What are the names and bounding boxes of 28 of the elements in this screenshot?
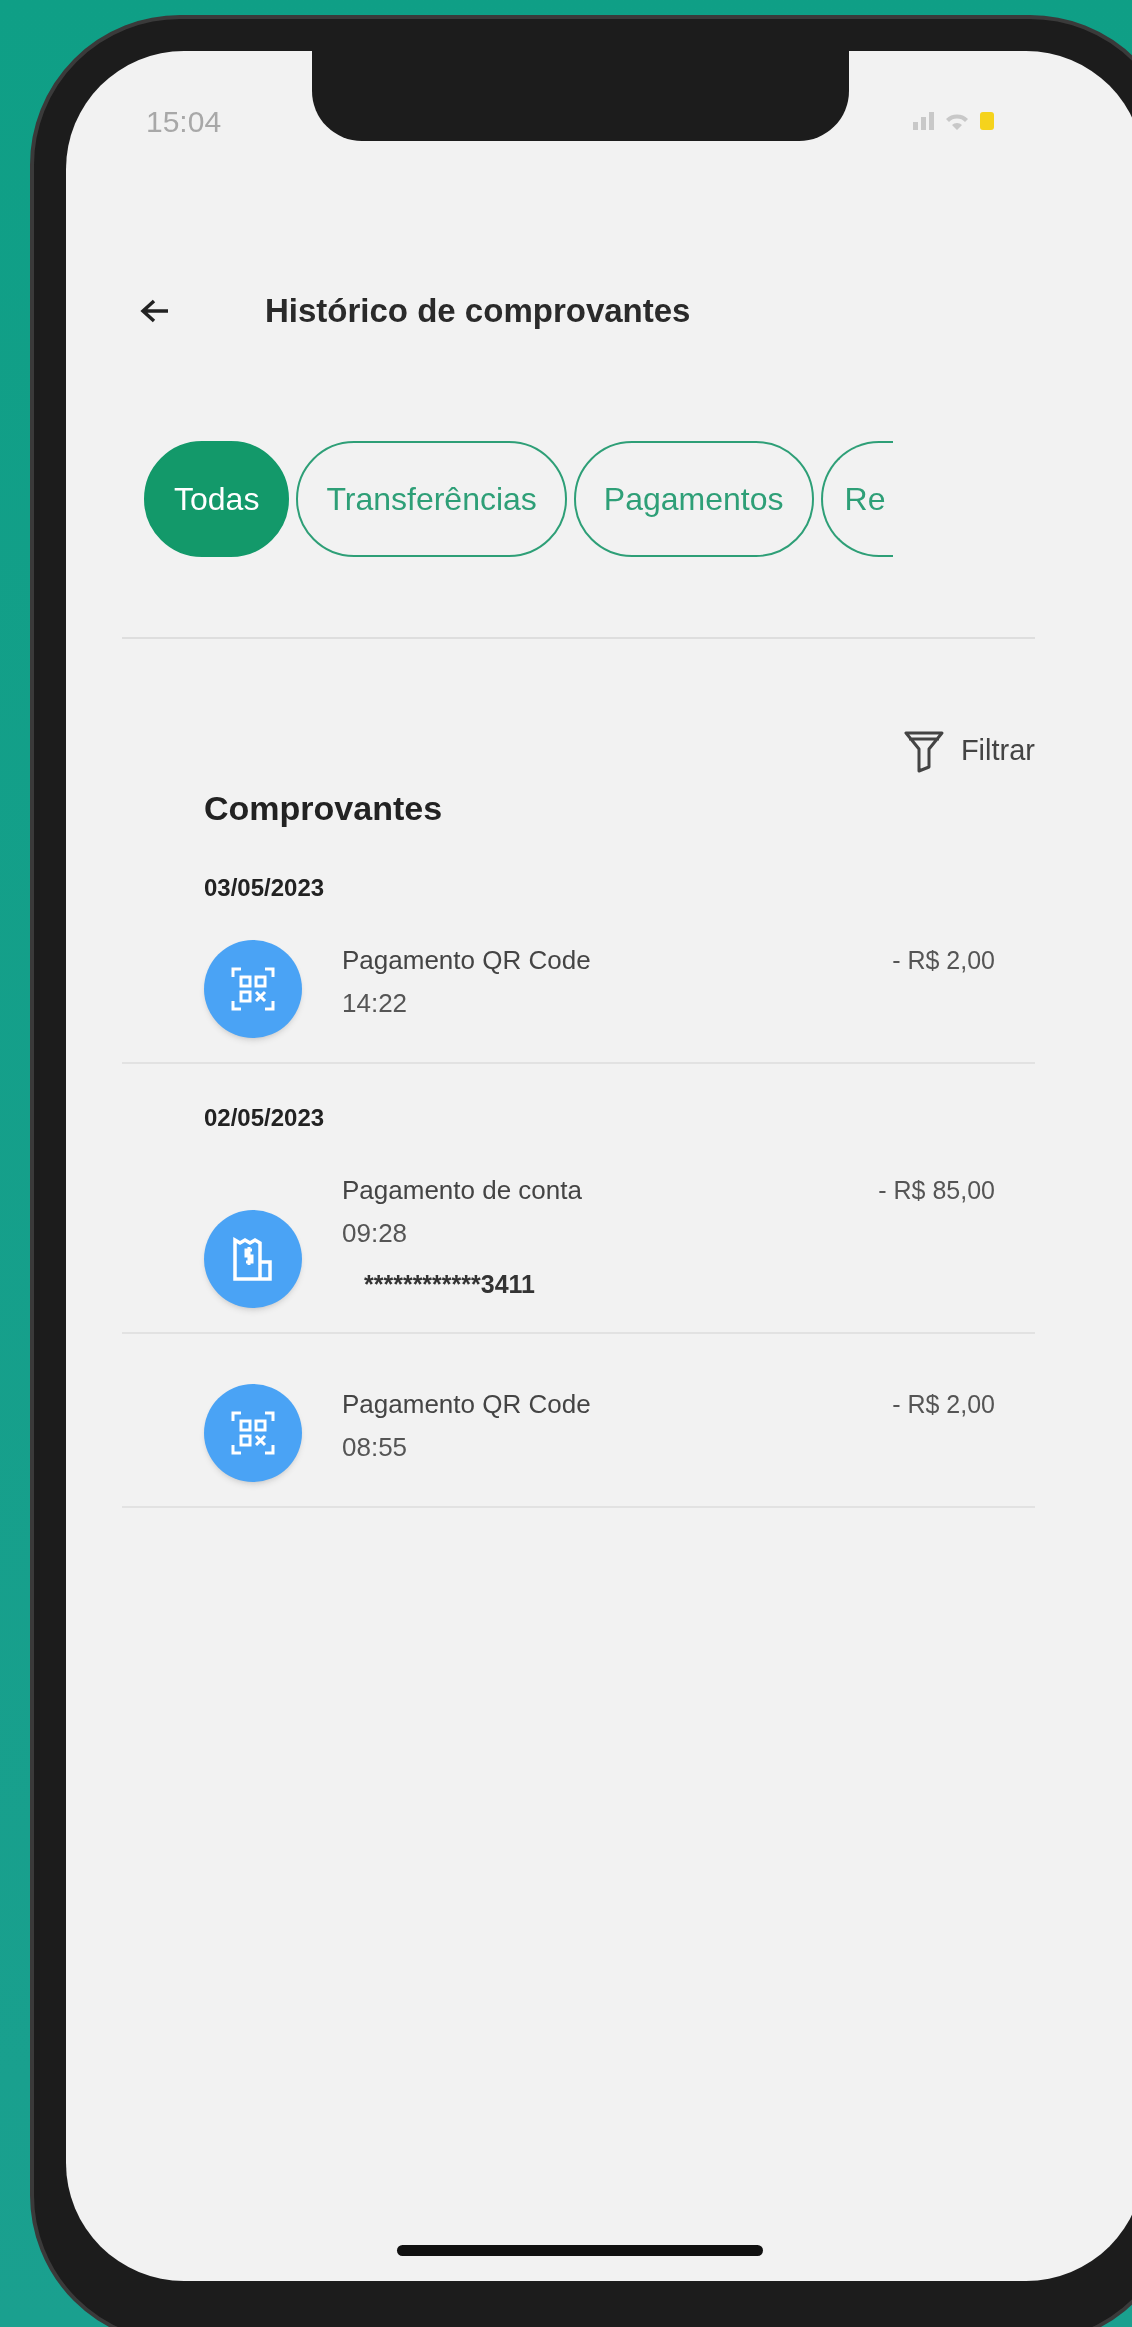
filter-tab[interactable]: Transferências (296, 441, 567, 557)
transaction-title: Pagamento de conta (342, 1174, 583, 1207)
receipt-dollar-icon (231, 1236, 275, 1282)
qr-code-icon (231, 1411, 275, 1455)
filter-icon[interactable] (902, 729, 945, 773)
battery-icon (980, 112, 994, 130)
transaction-amount: - R$ 2,00 (892, 1389, 995, 1420)
transaction-time: 09:28 (342, 1217, 409, 1250)
transaction-amount: - R$ 85,00 (878, 1175, 995, 1206)
qr-code-icon (231, 967, 275, 1011)
signal-icon (913, 112, 934, 130)
filter-button[interactable]: Filtrar (960, 729, 1035, 773)
transaction-amount: - R$ 2,00 (892, 945, 995, 976)
status-time: 15:04 (146, 103, 222, 140)
section-title: Comprovantes (204, 788, 444, 829)
transaction-time: 14:22 (342, 987, 409, 1020)
filter-tab[interactable]: Re (820, 441, 894, 557)
wifi-icon (946, 114, 968, 130)
date-heading: 03/05/2023 (204, 873, 326, 903)
back-arrow-icon[interactable] (140, 298, 170, 324)
masked-account-number: ************3411 (364, 1269, 536, 1300)
transaction-time: 08:55 (342, 1431, 409, 1464)
transaction-title: Pagamento QR Code (342, 944, 592, 977)
filter-tab[interactable]: Todas (144, 441, 290, 557)
date-heading: 02/05/2023 (204, 1103, 326, 1133)
filter-tab[interactable]: Pagamentos (573, 441, 814, 557)
screen-title: Histórico de comprovantes (265, 291, 691, 332)
transaction-title: Pagamento QR Code (342, 1388, 592, 1421)
